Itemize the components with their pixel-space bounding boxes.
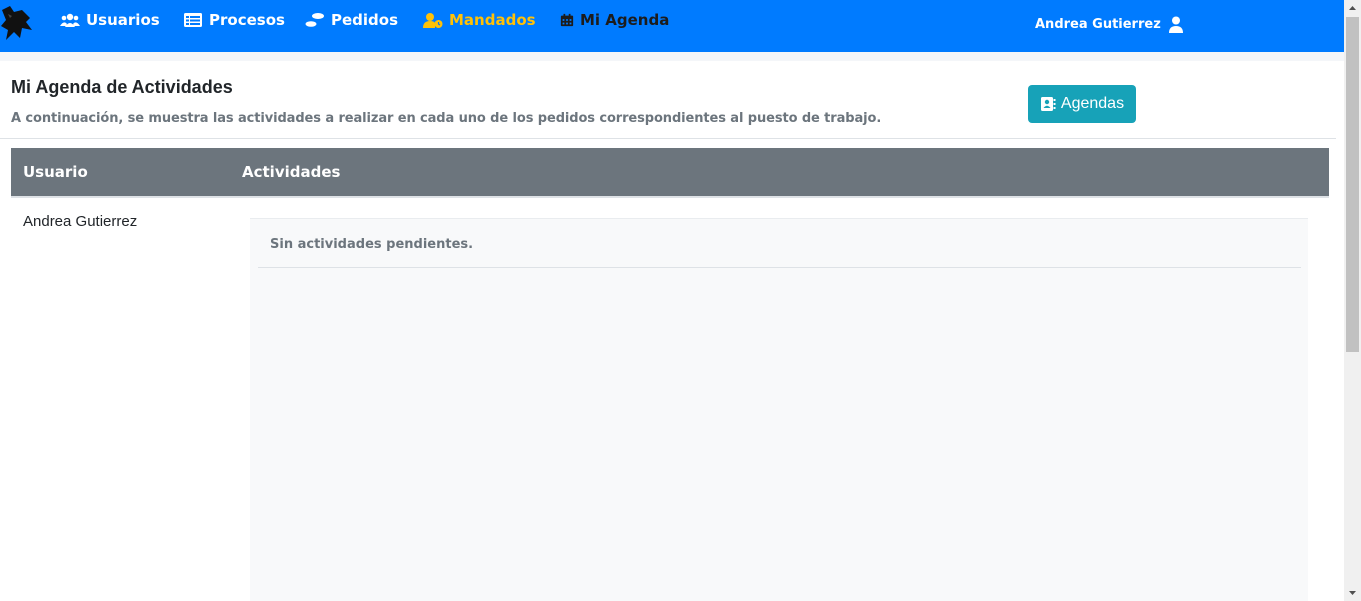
calendar-icon <box>560 13 574 27</box>
user-icon <box>1168 16 1183 33</box>
nav-mi-agenda[interactable]: Mi Agenda <box>560 0 669 40</box>
shoe-prints-icon <box>305 13 324 27</box>
navbar-shadow-strip <box>0 52 1344 61</box>
user-clock-icon <box>423 13 443 28</box>
page-description: A continuación, se muestra las actividad… <box>11 111 882 126</box>
table-header: Usuario Actividades <box>11 148 1329 196</box>
nav-procesos[interactable]: Procesos <box>183 0 285 40</box>
header-actividades: Actividades <box>242 163 341 181</box>
table-cell-usuario: Andrea Gutierrez <box>23 213 138 230</box>
activities-panel: Sin actividades pendientes. <box>250 218 1308 601</box>
wolf-logo-icon[interactable] <box>0 4 34 42</box>
section-divider <box>0 138 1336 139</box>
agendas-button[interactable]: Agendas <box>1028 85 1136 123</box>
nav-pedidos-label: Pedidos <box>331 11 399 29</box>
address-book-icon <box>1040 97 1056 111</box>
user-name: Andrea Gutierrez <box>1035 16 1161 32</box>
header-usuario: Usuario <box>23 163 88 181</box>
scrollbar-thumb[interactable] <box>1346 17 1359 352</box>
scroll-up-arrow-icon[interactable] <box>1344 0 1361 17</box>
scroll-down-arrow-icon[interactable] <box>1344 584 1361 601</box>
nav-procesos-label: Procesos <box>209 11 285 29</box>
top-navbar: Usuarios Procesos Pedidos Mandados Mi Ag… <box>0 0 1344 52</box>
nav-usuarios-label: Usuarios <box>86 11 160 29</box>
activities-empty-text: Sin actividades pendientes. <box>270 237 474 252</box>
nav-mandados-label: Mandados <box>449 11 536 29</box>
page-title: Mi Agenda de Actividades <box>11 77 233 97</box>
user-menu[interactable]: Andrea Gutierrez <box>1035 12 1184 36</box>
nav-usuarios[interactable]: Usuarios <box>60 0 160 40</box>
nav-mandados[interactable]: Mandados <box>423 0 536 40</box>
users-icon <box>60 13 80 27</box>
nav-mi-agenda-label: Mi Agenda <box>580 11 670 29</box>
table-header-border <box>11 196 1329 198</box>
list-icon <box>184 13 202 27</box>
activities-separator <box>258 267 1301 268</box>
nav-pedidos[interactable]: Pedidos <box>305 0 398 40</box>
agendas-button-label: Agendas <box>1060 95 1125 112</box>
